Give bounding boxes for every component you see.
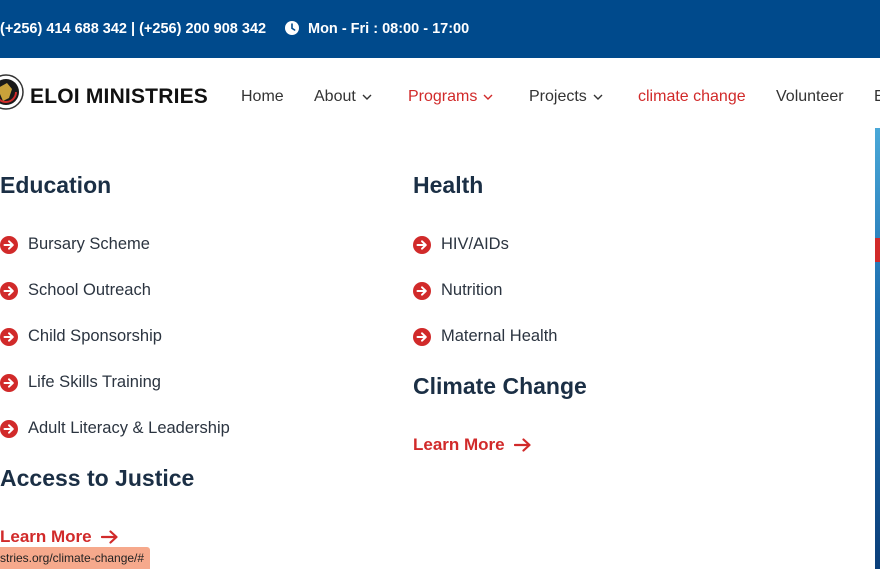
arrow-right-icon (100, 530, 118, 544)
nav-home-label: Home (241, 88, 284, 105)
nav-projects[interactable]: Projects (529, 88, 603, 106)
link-label: Maternal Health (441, 327, 558, 345)
background-image-edge (875, 128, 880, 569)
programs-mega-menu: Education Bursary Scheme School Outreach… (0, 130, 876, 569)
nav-climate-change-label: climate change (638, 88, 746, 105)
link-maternal-health[interactable]: Maternal Health (413, 327, 557, 346)
link-school-outreach[interactable]: School Outreach (0, 281, 151, 300)
nav-truncated-label: E (874, 88, 880, 105)
link-label: Life Skills Training (28, 373, 161, 391)
link-label: Child Sponsorship (28, 327, 162, 345)
nav-climate-change[interactable]: climate change (638, 88, 746, 106)
link-label: Bursary Scheme (28, 235, 150, 253)
brand-name[interactable]: ELOI MINISTRIES (30, 85, 208, 109)
link-label: Nutrition (441, 281, 503, 299)
chevron-down-icon (362, 94, 372, 100)
nav-truncated[interactable]: E (874, 88, 880, 106)
learn-more-link[interactable]: Learn More (413, 435, 531, 455)
link-life-skills-training[interactable]: Life Skills Training (0, 373, 161, 392)
chevron-down-icon (483, 94, 493, 100)
link-child-sponsorship[interactable]: Child Sponsorship (0, 327, 162, 346)
link-adult-literacy[interactable]: Adult Literacy & Leadership (0, 419, 230, 438)
arrow-right-icon (513, 438, 531, 452)
link-label: Adult Literacy & Leadership (28, 419, 230, 437)
heading-health: Health (413, 172, 484, 198)
heading-climate-change: Climate Change (413, 373, 587, 399)
link-label: School Outreach (28, 281, 151, 299)
nav-about-label: About (314, 88, 356, 105)
nav-volunteer-label: Volunteer (776, 88, 844, 105)
nav-home[interactable]: Home (241, 88, 284, 106)
arrow-circle-right-icon (413, 281, 431, 300)
top-info-bar: (+256) 414 688 342 | (+256) 200 908 342 … (0, 0, 880, 58)
site-header: ELOI MINISTRIES Home About Programs Proj… (0, 58, 880, 130)
learn-more-link[interactable]: Learn More (0, 527, 118, 547)
learn-more-label: Learn More (0, 527, 92, 546)
office-hours: Mon - Fri : 08:00 - 17:00 (308, 21, 470, 37)
arrow-circle-right-icon (413, 327, 431, 346)
nav-programs[interactable]: Programs (408, 88, 493, 106)
heading-access-to-justice: Access to Justice (0, 465, 195, 491)
arrow-circle-right-icon (0, 281, 18, 300)
nav-volunteer[interactable]: Volunteer (776, 88, 844, 106)
link-label: HIV/AIDs (441, 235, 509, 253)
link-bursary-scheme[interactable]: Bursary Scheme (0, 235, 150, 254)
arrow-circle-right-icon (413, 235, 431, 254)
learn-more-label: Learn More (413, 435, 505, 454)
arrow-circle-right-icon (0, 327, 18, 346)
nav-projects-label: Projects (529, 88, 587, 105)
arrow-circle-right-icon (0, 373, 18, 392)
arrow-circle-right-icon (0, 419, 18, 438)
link-hiv-aids[interactable]: HIV/AIDs (413, 235, 509, 254)
nav-programs-label: Programs (408, 88, 478, 105)
chevron-down-icon (593, 94, 603, 100)
phone-numbers: (+256) 414 688 342 | (+256) 200 908 342 (0, 21, 267, 37)
link-nutrition[interactable]: Nutrition (413, 281, 502, 300)
nav-about[interactable]: About (314, 88, 372, 106)
browser-status-url: stries.org/climate-change/# (0, 547, 151, 569)
clock-icon (285, 21, 299, 35)
heading-education: Education (0, 172, 112, 198)
arrow-circle-right-icon (0, 235, 18, 254)
logo-emblem-icon[interactable] (0, 74, 24, 110)
